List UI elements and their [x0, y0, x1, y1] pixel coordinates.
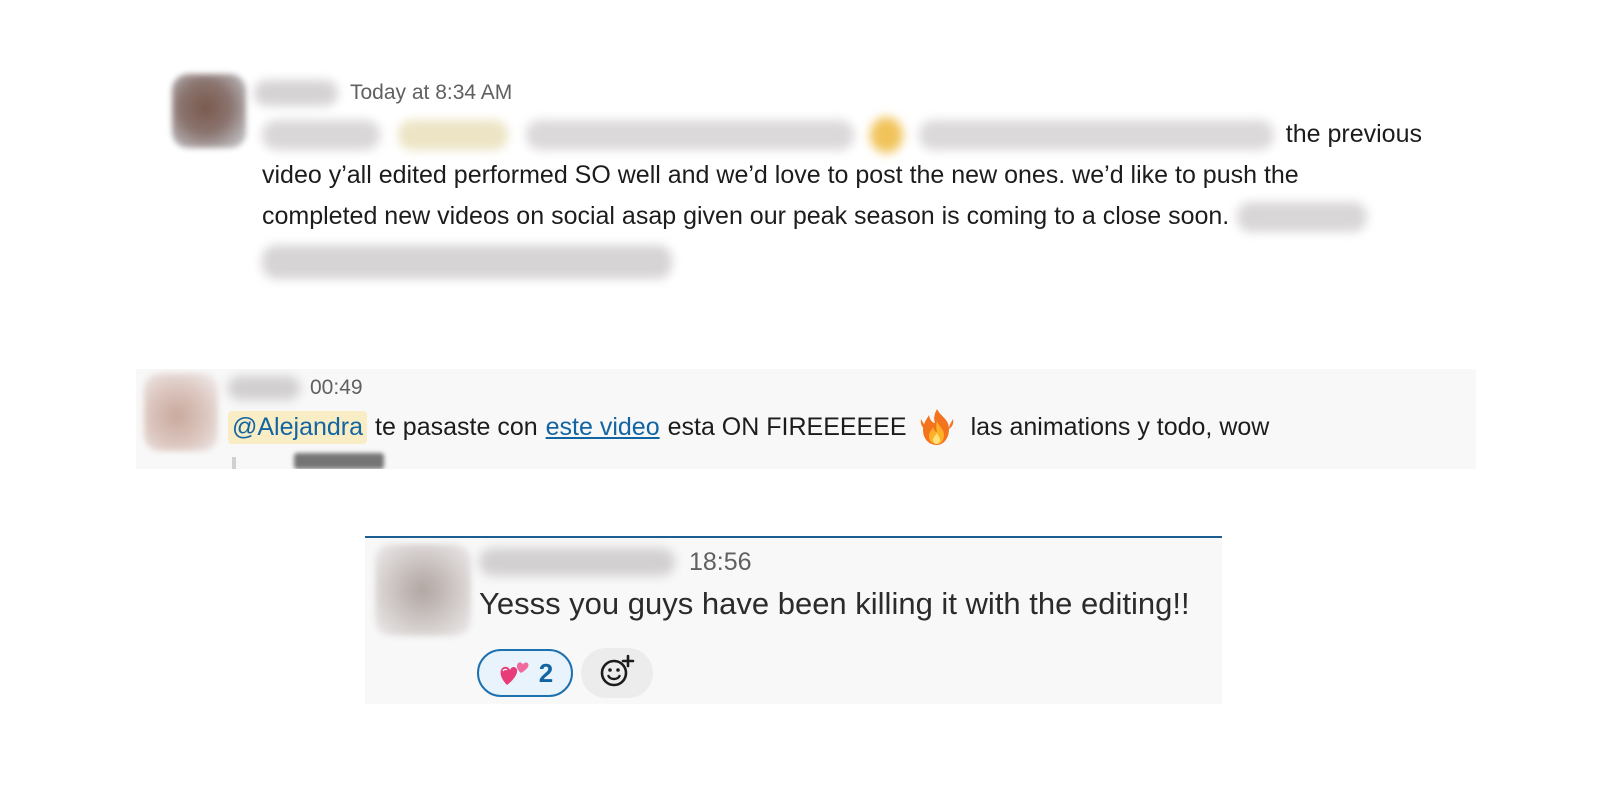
video-link[interactable]: este video [546, 413, 660, 442]
message-line: completed new videos on social asap give… [262, 196, 1422, 237]
redacted-sender-name [479, 548, 675, 576]
message-text: esta ON FIREEEEEE [667, 412, 907, 441]
redacted-sender-name [228, 376, 300, 400]
two-hearts-icon [497, 657, 533, 689]
user-mention[interactable]: @Alejandra [228, 410, 368, 444]
message-timestamp[interactable]: 00:49 [310, 376, 363, 400]
message-text: the previous [1285, 120, 1422, 148]
message-timestamp[interactable]: Today at 8:34 AM [350, 81, 512, 105]
redacted-text [525, 119, 854, 150]
redacted-emoji [869, 116, 903, 153]
redacted-text [918, 119, 1274, 150]
redacted-quote-text [294, 453, 384, 469]
reaction-count: 2 [538, 657, 554, 688]
redacted-text [1237, 202, 1368, 233]
message-header: Today at 8:34 AM [254, 80, 512, 106]
message-text: te pasaste con [375, 412, 538, 441]
redacted-mention [398, 119, 508, 150]
redacted-sender-name [254, 80, 338, 106]
message-1: Today at 8:34 AM the previous video y’al… [0, 0, 1600, 300]
message-line [262, 237, 1422, 282]
add-reaction-icon [597, 653, 637, 694]
fire-icon [915, 407, 959, 447]
avatar[interactable] [144, 373, 218, 451]
message-text: las animations y todo, wow [970, 412, 1270, 441]
avatar[interactable] [375, 544, 471, 636]
message-text: completed new videos on social asap give… [262, 202, 1230, 230]
message-3: 18:56 Yesss you guys have been killing i… [365, 536, 1222, 704]
redacted-text [262, 245, 672, 280]
reaction-button[interactable]: 2 [477, 649, 573, 697]
message-header: 18:56 [479, 546, 752, 578]
quote-bar [232, 457, 236, 469]
message-header: 00:49 [228, 375, 363, 401]
message-text: video y’all edited performed SO well and… [262, 161, 1299, 189]
redacted-text [262, 119, 381, 150]
message-body: @Alejandra te pasaste con este video est… [228, 405, 1269, 449]
message-line: the previous [262, 114, 1422, 155]
message-text: Yesss you guys have been killing it with… [479, 586, 1190, 621]
add-reaction-button[interactable] [581, 648, 653, 698]
message-2: 00:49 @Alejandra te pasaste con este vid… [136, 369, 1476, 469]
reactions-bar: 2 [477, 648, 653, 698]
message-timestamp[interactable]: 18:56 [689, 548, 752, 577]
avatar[interactable] [172, 74, 246, 148]
message-body: the previous video y’all edited performe… [262, 114, 1422, 282]
message-line: video y’all edited performed SO well and… [262, 155, 1422, 196]
